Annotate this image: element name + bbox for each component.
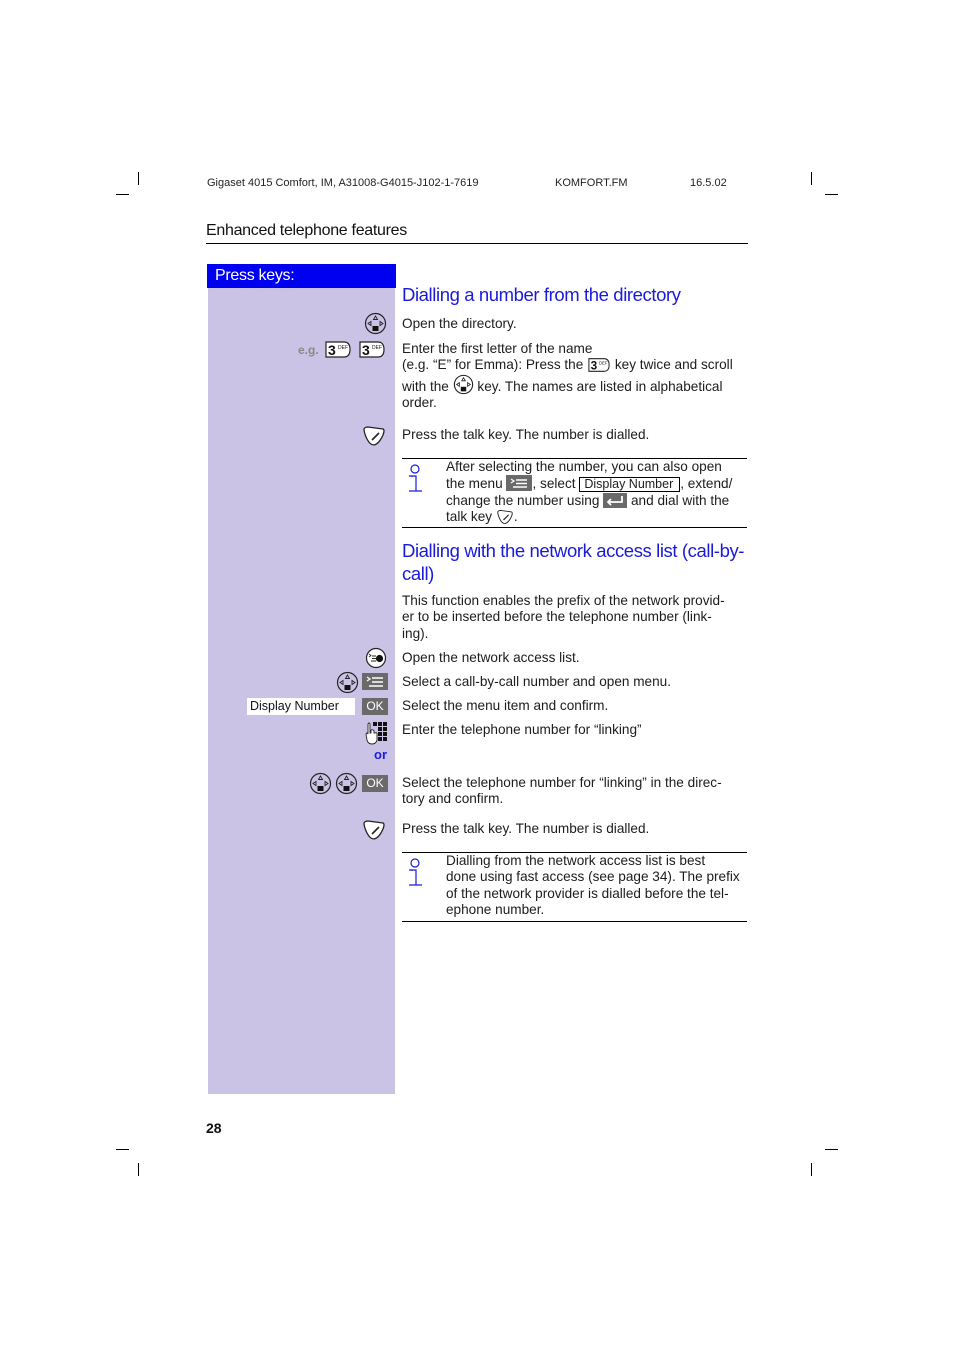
- heading-dialling-from-directory: Dialling a number from the directory: [402, 284, 681, 305]
- note-text: , extend/: [680, 476, 733, 492]
- note-line: of the network provider is dialled befor…: [446, 885, 729, 901]
- step-text-line: with the key. The names are listed in al…: [402, 374, 752, 395]
- step-text: key twice and scroll: [614, 357, 733, 373]
- step-select-call-by-call: Select a call-by-call number and open me…: [402, 674, 672, 689]
- display-number-field: Display Number: [247, 698, 355, 715]
- intro-line: er to be inserted before the telephone n…: [402, 609, 712, 625]
- key-3-icon: 3 DEF: [359, 341, 385, 358]
- note-text: and dial with the: [630, 492, 730, 508]
- crop-mark: [811, 172, 812, 185]
- note-line: After selecting the number, you can also…: [446, 459, 722, 474]
- step-open-directory: Open the directory.: [402, 316, 517, 331]
- svg-text:DEF: DEF: [338, 345, 348, 351]
- step-press-talk-key: Press the talk key. The number is dialle…: [402, 821, 650, 836]
- svg-text:3: 3: [362, 342, 370, 358]
- step-text-line: Select the telephone number for “linking…: [402, 775, 722, 790]
- step-text-line: order.: [402, 394, 437, 410]
- keypad-icon: [365, 722, 387, 745]
- talk-key-icon: [363, 820, 385, 840]
- crop-mark: [116, 1149, 129, 1150]
- svg-text:3: 3: [328, 342, 336, 358]
- network-access-key-icon: [365, 647, 387, 669]
- menu-softkey-icon: [506, 475, 533, 492]
- svg-text:3: 3: [591, 360, 598, 373]
- svg-text:DEF: DEF: [599, 361, 608, 366]
- page-number: 28: [206, 1120, 222, 1136]
- ok-softkey: OK: [362, 775, 388, 792]
- talk-key-icon: [363, 426, 385, 446]
- step-text-line: Enter the first letter of the name: [402, 341, 593, 356]
- note-text: .: [513, 508, 518, 524]
- step-text: with the: [402, 378, 449, 394]
- note-line: Dialling from the network access list is…: [446, 853, 706, 868]
- note-divider: [402, 921, 747, 922]
- intro-line: This function enables the prefix of the …: [402, 593, 725, 608]
- press-keys-column: [208, 288, 395, 1094]
- navigation-key-icon: [309, 772, 332, 795]
- note-text: , select: [532, 476, 576, 492]
- talk-key-icon: [497, 509, 513, 524]
- crop-mark: [138, 172, 139, 185]
- heading-line: call): [402, 563, 434, 584]
- note-line: done using fast access (see page 34). Th…: [446, 869, 740, 885]
- crop-mark: [825, 1149, 838, 1150]
- step-text: key. The names are listed in alphabetica…: [477, 378, 723, 394]
- step-text-line: tory and confirm.: [402, 791, 504, 807]
- note-line: ephone number.: [446, 901, 545, 917]
- key-3-icon: 3 DEF: [325, 341, 351, 358]
- step-press-talk-key: Press the talk key. The number is dialle…: [402, 427, 650, 442]
- crop-mark: [825, 194, 838, 195]
- press-keys-header: Press keys:: [207, 264, 396, 288]
- ok-softkey: OK: [362, 698, 388, 715]
- info-icon: [409, 858, 422, 886]
- section-title: Enhanced telephone features: [206, 222, 407, 239]
- title-divider: [206, 243, 748, 244]
- backspace-softkey-icon: [603, 492, 628, 508]
- note-line: change the number using and dial with th…: [446, 492, 751, 509]
- note-text: talk key: [446, 508, 493, 524]
- step-enter-first-letter: Enter the first letter of the name (e.g.…: [402, 341, 752, 411]
- file-name: KOMFORT.FM: [555, 177, 628, 189]
- step-select-from-directory: Select the telephone number for “linking…: [402, 775, 752, 808]
- navigation-key-icon: [335, 772, 358, 795]
- document-id: Gigaset 4015 Comfort, IM, A31008-G4015-J…: [207, 177, 479, 189]
- menu-softkey-icon: [362, 673, 388, 690]
- navigation-key-icon: [453, 374, 473, 394]
- network-access-intro: This function enables the prefix of the …: [402, 593, 752, 642]
- crop-mark: [116, 194, 129, 195]
- note-divider: [402, 527, 747, 528]
- note-after-selecting: After selecting the number, you can also…: [446, 459, 751, 525]
- note-fast-access: Dialling from the network access list is…: [446, 853, 751, 918]
- step-text: (e.g. “E” for Emma): Press the: [402, 357, 584, 373]
- key-3-icon: 3 DEF: [588, 358, 610, 373]
- display-number-label: Display Number: [579, 477, 681, 493]
- step-enter-linking-number: Enter the telephone number for “linking”: [402, 722, 642, 737]
- step-text-line: (e.g. “E” for Emma): Press the 3 DEF key …: [402, 357, 752, 373]
- svg-text:DEF: DEF: [372, 345, 382, 351]
- step-open-network-list: Open the network access list.: [402, 650, 580, 665]
- eg-label: e.g.: [298, 343, 319, 357]
- note-text: change the number using: [446, 492, 600, 508]
- heading-network-access-list: Dialling with the network access list (c…: [402, 539, 744, 585]
- intro-line: ing).: [402, 625, 429, 641]
- crop-mark: [138, 1163, 139, 1176]
- crop-mark: [811, 1163, 812, 1176]
- note-text: the menu: [446, 476, 503, 492]
- step-select-menu-item: Select the menu item and confirm.: [402, 698, 609, 713]
- note-line: the menu , select Display Number, extend…: [446, 475, 751, 493]
- navigation-key-icon: [364, 312, 387, 335]
- navigation-key-icon: [336, 671, 359, 694]
- info-icon: [409, 464, 422, 492]
- note-line: talk key .: [446, 509, 751, 525]
- document-date: 16.5.02: [690, 177, 727, 189]
- or-label: or: [374, 747, 387, 762]
- heading-line: Dialling with the network access list (c…: [402, 540, 745, 561]
